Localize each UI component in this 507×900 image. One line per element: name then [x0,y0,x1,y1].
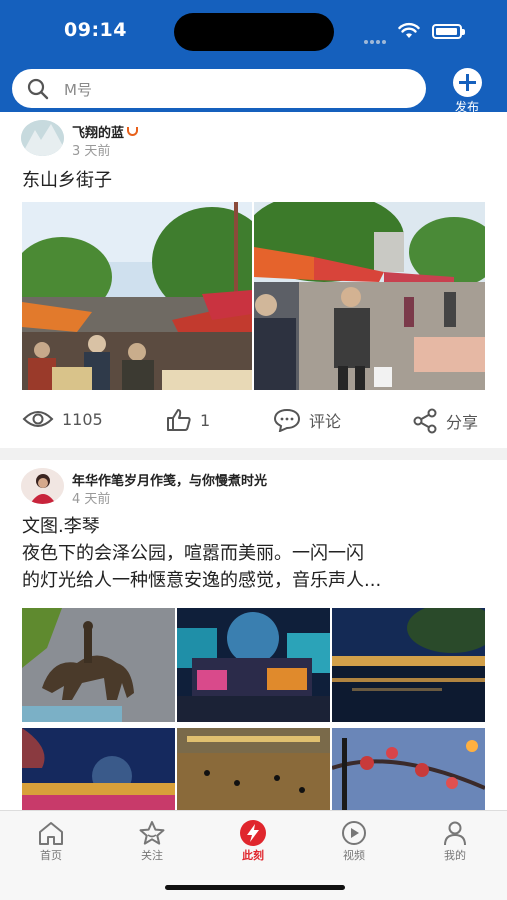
post-text-line: 夜色下的会泽公园，喧嚣而美丽。一闪一闪 [22,543,364,564]
share-label: 分享 [446,413,479,432]
post-author[interactable]: 飞翔的蓝 [72,122,139,141]
post-image[interactable] [22,608,175,722]
dynamic-island [174,13,334,51]
post-text-line: 的灯光给人一种惬意安逸的感觉，音乐声人... [22,570,382,591]
author-name[interactable]: 飞翔的蓝 [72,126,124,141]
feed-post[interactable]: 飞翔的蓝 3 天前 东山乡街子 1105 1 评论 分享 [0,112,507,448]
post-image[interactable] [332,728,485,810]
comment-icon [273,408,301,432]
post-time: 3 天前 [72,144,111,159]
tab-label: 此刻 [242,849,264,862]
battery-icon [432,24,465,39]
feed-post[interactable]: 年华作笔岁月作笺，与你慢煮时光 4 天前 文图.李琴 夜色下的会泽公园，喧嚣而美… [0,460,507,810]
post-text-line: 文图.李琴 [22,516,100,537]
search-icon [27,78,49,100]
app-screen: 09:14 M号 发布 飞翔的蓝 3 天前 东山乡街子 1105 1 评论 分享… [0,0,507,900]
search-placeholder[interactable]: M号 [64,79,92,100]
tab-follow[interactable]: 关注 [122,819,182,863]
tab-moment[interactable]: 此刻 [223,819,283,863]
share-button[interactable]: 分享 [412,408,478,434]
user-icon [444,821,466,846]
status-bar: 09:14 [0,0,507,62]
tab-label: 我的 [444,849,466,862]
plus-icon [452,68,482,97]
post-author[interactable]: 年华作笔岁月作笺，与你慢煮时光 [72,470,267,489]
publish-button[interactable]: 发布 [445,68,489,114]
tab-label: 视频 [343,849,365,862]
avatar[interactable] [21,120,64,156]
top-header: 09:14 M号 发布 [0,0,507,114]
thumbs-up-icon [167,409,191,431]
like-button[interactable]: 1 [166,408,210,432]
post-text[interactable]: 文图.李琴 夜色下的会泽公园，喧嚣而美丽。一闪一闪 的灯光给人一种惬意安逸的感觉… [22,513,490,594]
post-time: 4 天前 [72,492,111,507]
post-image[interactable] [177,608,330,722]
post-image[interactable] [254,202,485,390]
post-image[interactable] [22,202,252,390]
lightning-icon [240,820,266,846]
search-bar[interactable]: M号 [12,69,426,108]
tab-label: 首页 [40,849,62,862]
post-image[interactable] [177,728,330,810]
tab-video[interactable]: 视频 [324,819,384,863]
post-actions: 1105 1 评论 分享 [0,400,507,440]
avatar[interactable] [21,468,64,504]
comment-label: 评论 [309,412,342,431]
home-indicator[interactable] [165,885,345,890]
play-icon [342,821,366,845]
view-count: 1105 [22,408,103,430]
share-icon [413,408,437,434]
like-count: 1 [200,410,211,430]
heart-badge-icon [127,127,139,136]
post-title[interactable]: 东山乡街子 [22,166,112,192]
post-image[interactable] [332,608,485,722]
home-icon [39,822,63,845]
status-time: 09:14 [64,19,127,41]
star-icon [139,821,165,845]
signal-icon [364,29,388,48]
tab-home[interactable]: 首页 [21,819,81,863]
eye-icon [22,411,54,427]
tab-me[interactable]: 我的 [425,819,485,863]
comment-button[interactable]: 评论 [273,408,341,432]
tab-label: 关注 [141,849,163,862]
feed-divider [0,448,507,460]
post-image[interactable] [22,728,175,810]
wifi-icon [398,22,420,38]
view-count-value: 1105 [62,409,103,429]
